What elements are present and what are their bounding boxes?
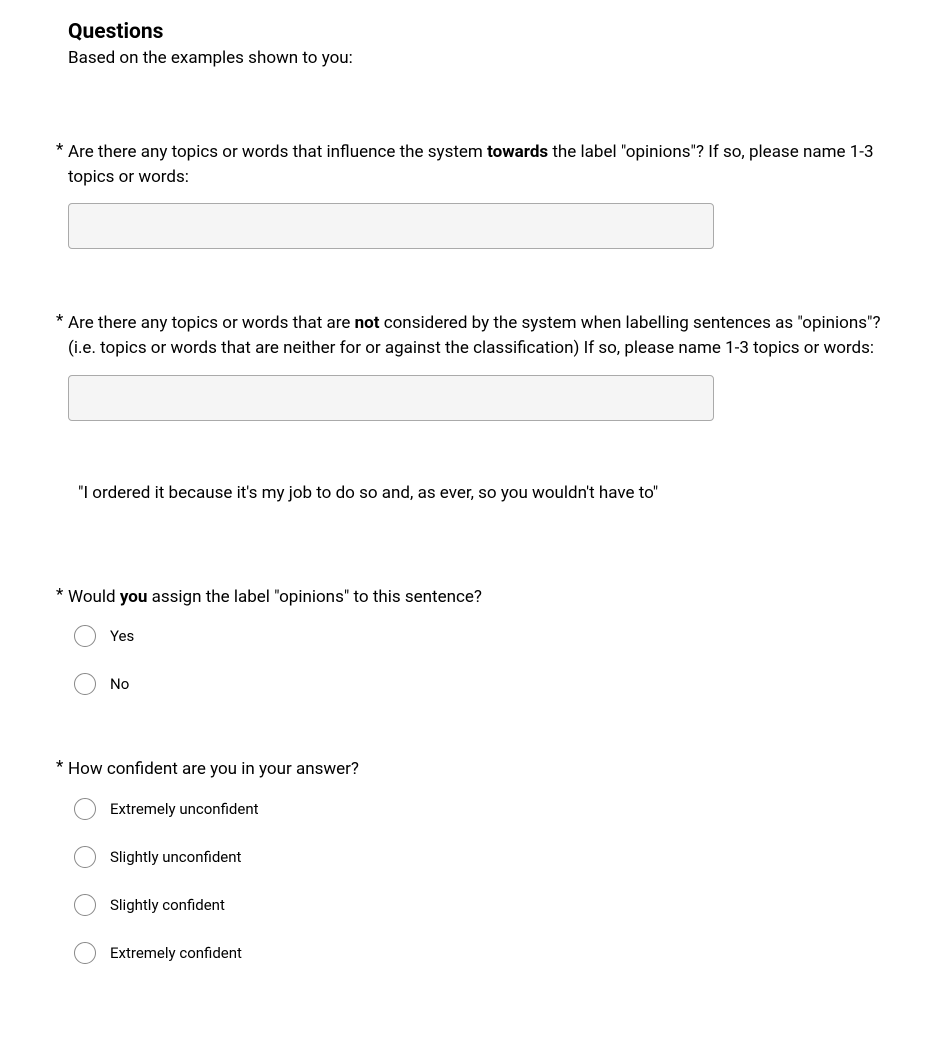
q1-input[interactable] <box>68 203 714 249</box>
radio-icon <box>74 942 96 964</box>
radio-icon <box>74 673 96 695</box>
required-asterisk: * <box>56 140 63 160</box>
question-2: * Are there any topics or words that are… <box>68 311 885 420</box>
question-3: * Would you assign the label "opinions" … <box>68 585 885 696</box>
q3-bold: you <box>120 587 148 607</box>
example-sentence: "I ordered it because it's my job to do … <box>78 483 885 503</box>
q3-option-no[interactable]: No <box>68 673 885 695</box>
required-asterisk: * <box>56 757 63 777</box>
radio-icon <box>74 894 96 916</box>
page-heading: Questions <box>68 20 885 44</box>
q3-option-label: No <box>110 675 129 693</box>
q4-option-label: Slightly confident <box>110 896 225 914</box>
radio-icon <box>74 798 96 820</box>
q4-radio-group: Extremely unconfident Slightly unconfide… <box>68 798 885 964</box>
question-4: * How confident are you in your answer? … <box>68 757 885 964</box>
radio-icon <box>74 625 96 647</box>
required-asterisk: * <box>56 311 63 331</box>
question-1: * Are there any topics or words that inf… <box>68 140 885 249</box>
q4-option-slightly-confident[interactable]: Slightly confident <box>68 894 885 916</box>
q1-bold: towards <box>487 142 548 162</box>
radio-icon <box>74 846 96 868</box>
q2-bold: not <box>355 313 380 333</box>
page-subheading: Based on the examples shown to you: <box>68 48 885 68</box>
form-container: Questions Based on the examples shown to… <box>0 20 945 964</box>
q1-prefix: Are there any topics or words that influ… <box>68 142 487 162</box>
q4-option-label: Slightly unconfident <box>110 848 241 866</box>
q3-option-label: Yes <box>110 627 134 645</box>
q4-option-label: Extremely confident <box>110 944 242 962</box>
q4-option-extremely-unconfident[interactable]: Extremely unconfident <box>68 798 885 820</box>
q2-input[interactable] <box>68 375 714 421</box>
q3-option-yes[interactable]: Yes <box>68 625 885 647</box>
q4-option-extremely-confident[interactable]: Extremely confident <box>68 942 885 964</box>
q4-option-label: Extremely unconfident <box>110 800 259 818</box>
q3-prefix: Would <box>68 587 120 607</box>
required-asterisk: * <box>56 585 63 605</box>
q2-prefix: Are there any topics or words that are <box>68 313 355 333</box>
q3-radio-group: Yes No <box>68 625 885 695</box>
question-3-label: Would you assign the label "opinions" to… <box>68 585 885 610</box>
question-1-label: Are there any topics or words that influ… <box>68 140 885 189</box>
q3-suffix: assign the label "opinions" to this sent… <box>147 587 482 607</box>
question-2-label: Are there any topics or words that are n… <box>68 311 885 360</box>
question-4-label: How confident are you in your answer? <box>68 757 885 782</box>
q4-option-slightly-unconfident[interactable]: Slightly unconfident <box>68 846 885 868</box>
